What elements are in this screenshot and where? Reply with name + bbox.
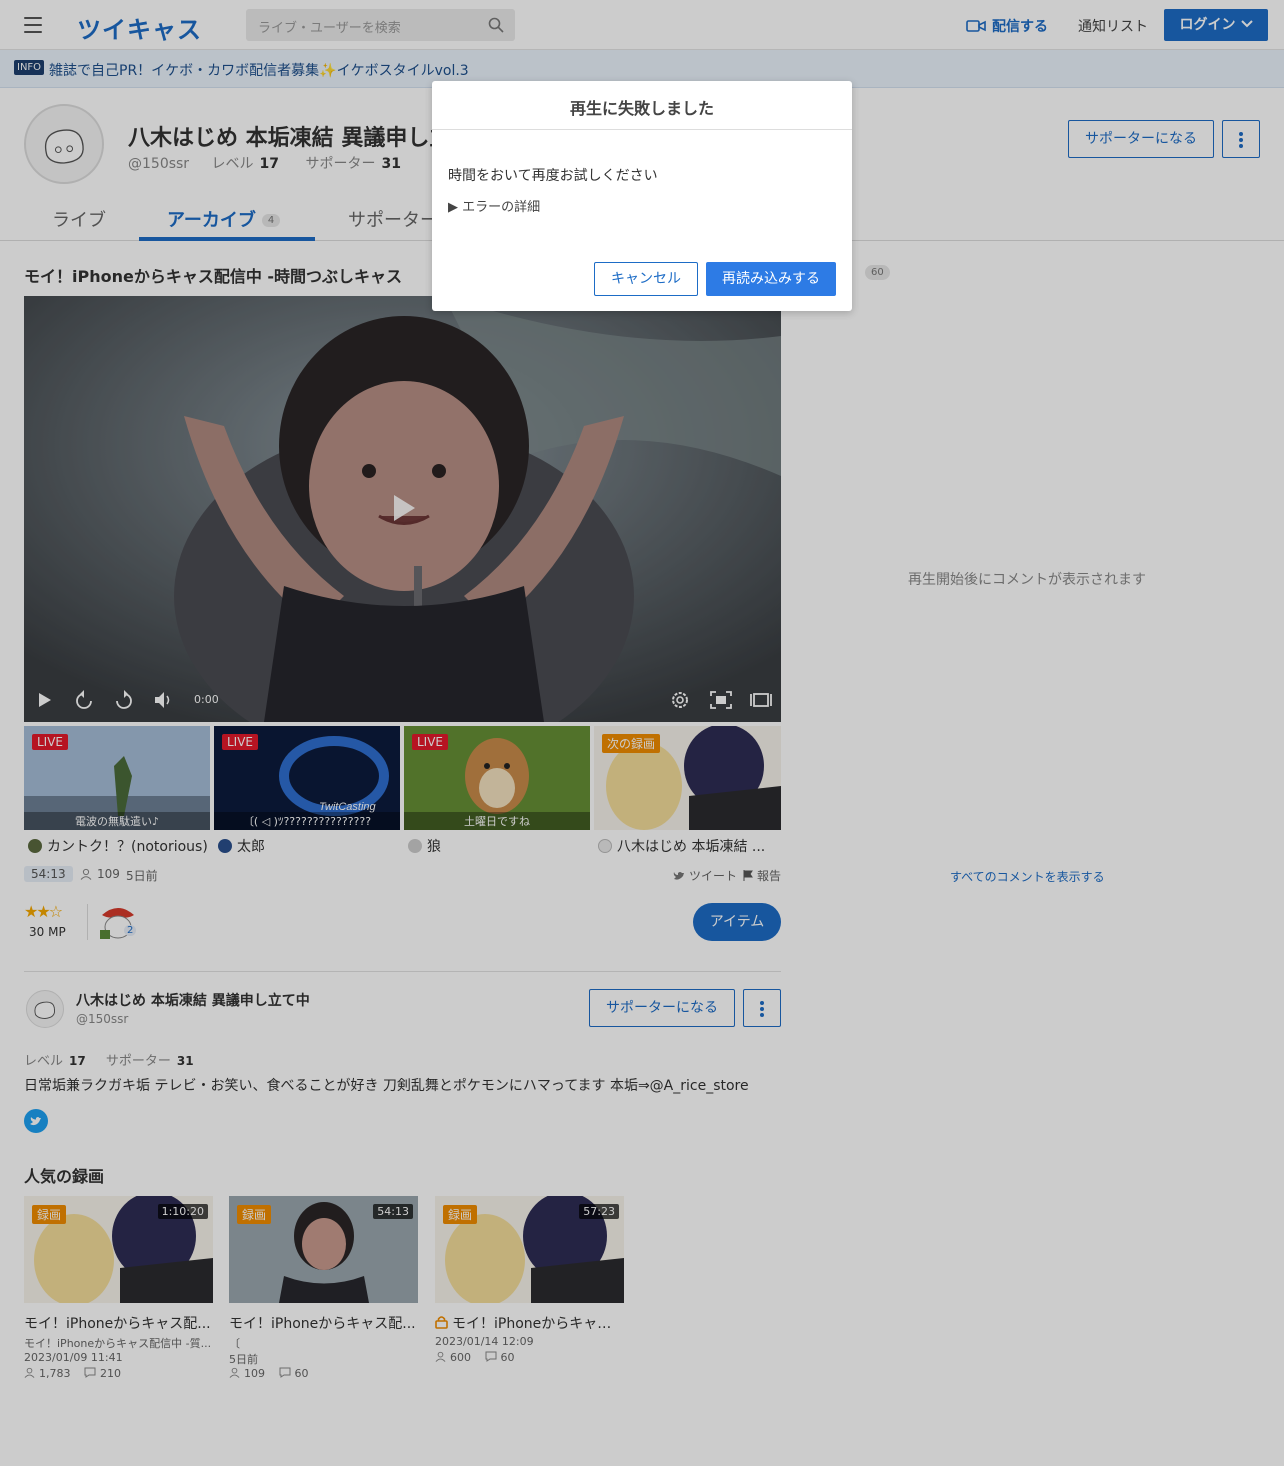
divider — [432, 129, 852, 130]
dialog-title: 再生に失敗しました — [569, 99, 714, 118]
dialog-message: 時間をおいて再度お試しください — [448, 168, 658, 184]
reload-button[interactable]: 再読み込みする — [706, 262, 836, 296]
cancel-button[interactable]: キャンセル — [594, 262, 698, 296]
error-details-toggle[interactable]: ▶ エラーの詳細 — [448, 196, 540, 215]
error-dialog: 再生に失敗しました 時間をおいて再度お試しください ▶ エラーの詳細 キャンセル… — [432, 81, 852, 311]
